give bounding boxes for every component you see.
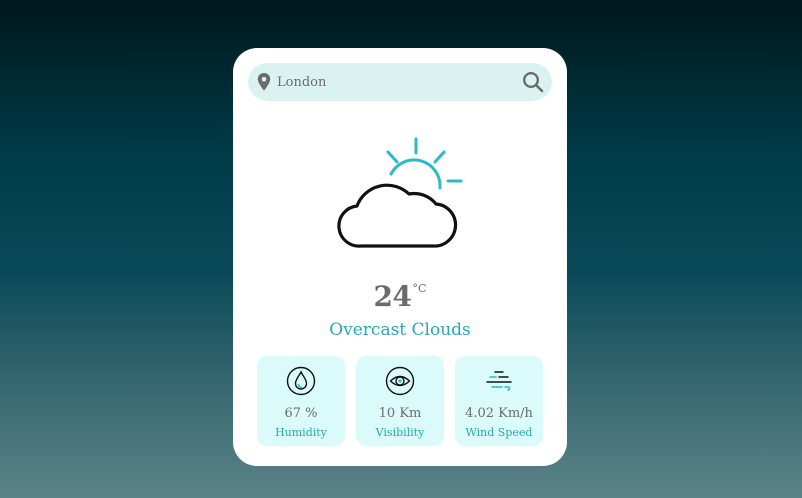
weather-card: 24°C Overcast Clouds 67 % Humidity 10 Km… (233, 48, 567, 466)
wind-speed-label: Wind Speed (465, 426, 533, 439)
search-bar (248, 63, 552, 101)
search-icon[interactable] (522, 71, 544, 93)
temperature-unit: °C (412, 282, 427, 295)
temperature: 24°C (233, 280, 567, 313)
weather-stats: 67 % Humidity 10 Km Visibility 4.02 Km/h… (257, 356, 543, 446)
humidity-icon (286, 366, 316, 396)
partly-cloudy-icon (337, 137, 463, 248)
visibility-icon (385, 366, 415, 396)
stat-wind: 4.02 Km/h Wind Speed (455, 356, 543, 446)
humidity-value: 67 % (284, 406, 318, 421)
stat-humidity: 67 % Humidity (257, 356, 345, 446)
visibility-label: Visibility (375, 426, 425, 439)
stat-visibility: 10 Km Visibility (356, 356, 444, 446)
humidity-label: Humidity (275, 426, 327, 439)
temperature-value: 24 (373, 280, 412, 313)
location-pin-icon (257, 73, 271, 91)
weather-condition: Overcast Clouds (329, 320, 471, 340)
visibility-value: 10 Km (378, 406, 422, 421)
wind-icon (486, 371, 512, 391)
wind-speed-value: 4.02 Km/h (465, 406, 533, 421)
search-input[interactable] (277, 68, 511, 96)
